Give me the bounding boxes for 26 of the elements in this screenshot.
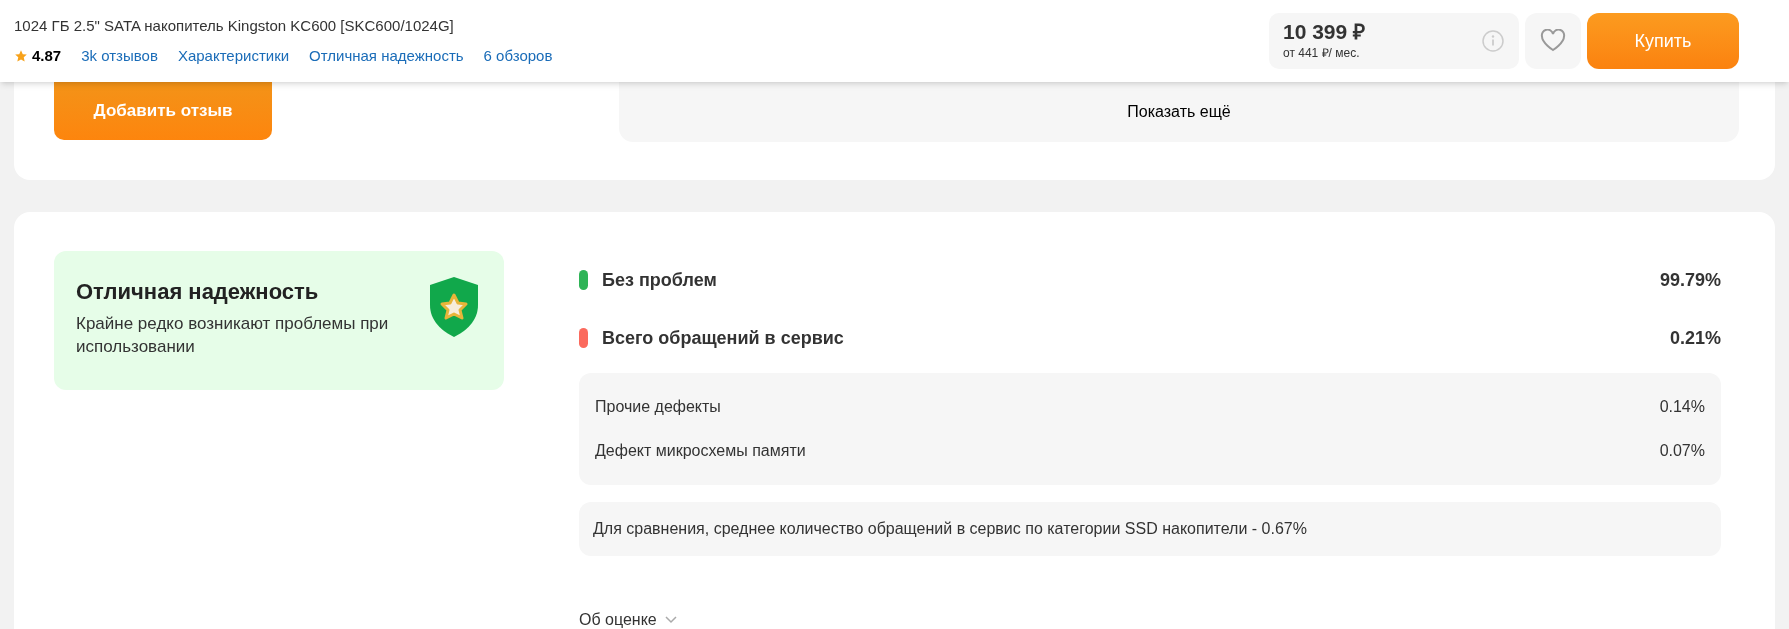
comparison-note: Для сравнения, среднее количество обращений в сервис по категории SSD накопители - 0.67% xyxy=(579,502,1721,556)
product-title: 1024 ГБ 2.5" SATA накопитель Kingston KC600 [SKC600/1024G] xyxy=(14,15,455,36)
info-icon[interactable] xyxy=(1481,29,1505,53)
about-rating-toggle[interactable]: Об оценке xyxy=(579,608,677,629)
chevron-down-icon xyxy=(664,616,677,624)
show-more-button[interactable]: Показать ещё xyxy=(619,82,1739,142)
wishlist-button[interactable] xyxy=(1525,13,1581,69)
defect-label: Дефект микросхемы памяти xyxy=(595,441,806,461)
defect-value: 0.14% xyxy=(1659,397,1705,417)
nav-link[interactable]: 3k отзывов xyxy=(81,45,158,68)
reliability-description: Крайне редко возникают проблемы при использовании xyxy=(76,313,390,358)
reliability-title: Отличная надежность xyxy=(76,278,320,306)
nav-link[interactable]: Отличная надежность xyxy=(309,45,464,68)
heart-icon xyxy=(1540,29,1566,53)
rating-value: 4.87 xyxy=(32,46,62,66)
defect-value: 0.07% xyxy=(1659,441,1705,461)
installment-price: от 441 ₽/ мес. xyxy=(1283,45,1361,62)
nav-link[interactable]: Характеристики xyxy=(177,45,290,68)
stat-label: Всего обращений в сервис xyxy=(602,326,844,350)
defect-label: Прочие дефекты xyxy=(595,397,721,417)
stat-label: Без проблем xyxy=(602,268,717,292)
star-icon xyxy=(14,49,28,64)
price: 10 399 ₽ xyxy=(1283,20,1366,44)
stat-value: 99.79% xyxy=(1659,268,1721,292)
stat-value: 0.21% xyxy=(1669,326,1721,350)
nav-link[interactable]: 6 обзоров xyxy=(483,45,553,68)
